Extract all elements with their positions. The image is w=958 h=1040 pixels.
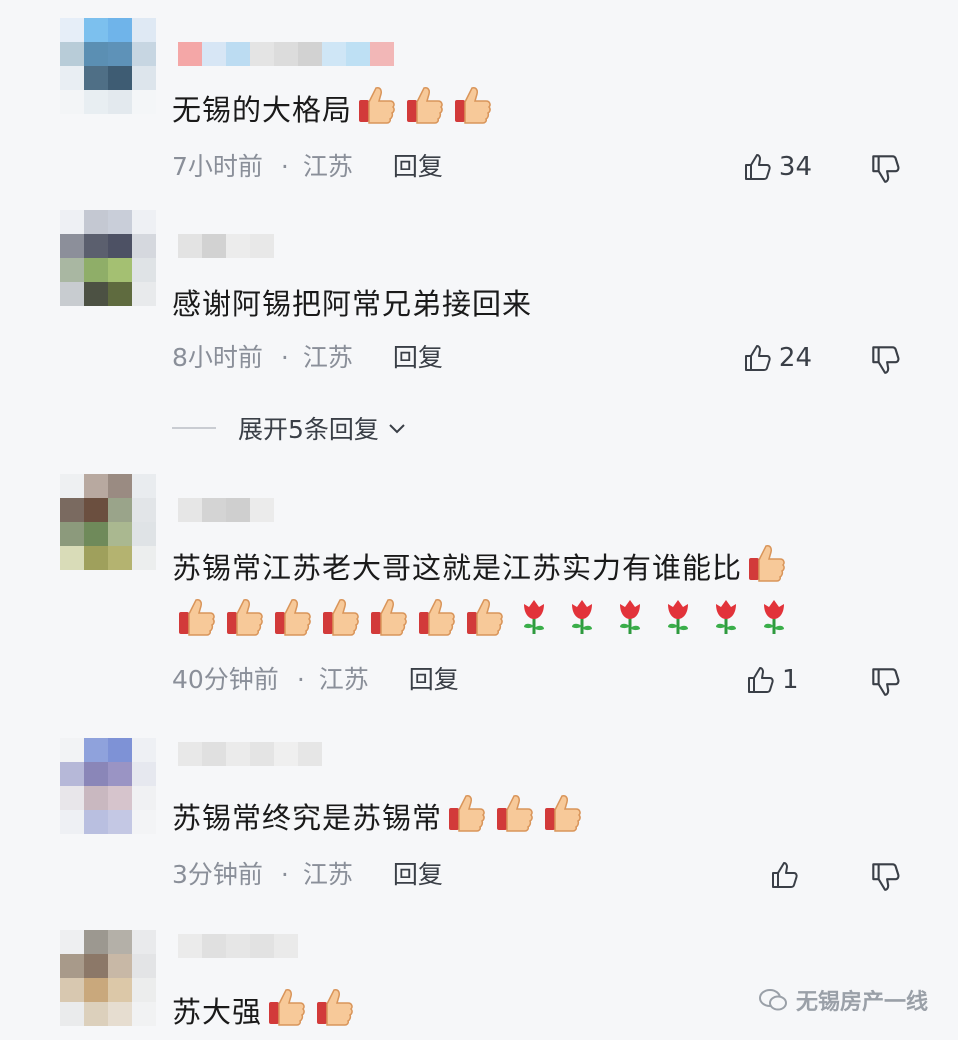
username-blurred[interactable] [178,42,394,66]
comment-time: 7小时前 [172,152,263,181]
comment-time: 3分钟前 [172,860,263,889]
like-button[interactable]: 34 [741,147,812,187]
reply-button[interactable]: 回复 [409,660,459,700]
divider-line [172,427,216,429]
avatar[interactable] [60,210,156,306]
rose-emoji [668,600,688,634]
comment-time: 40分钟前 [172,665,279,694]
comment-meta: 7小时前 · 江苏 回复 [172,147,443,187]
username-blurred[interactable] [178,742,322,766]
chevron-down-icon [389,424,405,434]
thumbs-up-icon [744,345,771,371]
rose-emoji [572,600,592,634]
like-count: 24 [778,343,812,373]
thumbs-down-icon[interactable] [868,860,902,894]
watermark: 无锡房产一线 [758,984,928,1016]
thumbs-up-emoji [545,795,581,832]
comment-location: 江苏 [302,152,353,181]
comment-text: 苏锡常江苏老大哥这就是江苏实力有谁能比 [172,540,918,594]
avatar[interactable] [60,474,156,570]
thumbs-up-emoji [749,545,785,582]
username-blurred[interactable] [178,234,274,258]
thumbs-up-emoji [317,989,353,1026]
comment-meta: 40分钟前 · 江苏 回复 [172,660,459,700]
thumbs-up-emoji [419,599,455,636]
thumbs-up-emoji [467,599,503,636]
avatar[interactable] [60,930,156,1026]
thumbs-up-emoji [371,599,407,636]
comment-time: 8小时前 [172,343,263,372]
comment-location: 江苏 [318,665,369,694]
expand-replies-button[interactable]: 展开5条回复 [172,408,409,448]
reply-button[interactable]: 回复 [393,338,443,378]
comment-location: 江苏 [302,343,353,372]
like-count: 1 [782,665,799,695]
comment-body: 感谢阿锡把阿常兄弟接回来 [172,287,533,321]
comment-text: 感谢阿锡把阿常兄弟接回来 [172,278,918,330]
thumbs-up-icon [744,154,771,180]
like-button[interactable]: 1 [744,660,812,700]
comment-body: 无锡的大格局 [172,93,353,127]
rose-emoji [620,600,640,634]
separator-dot: · [296,665,305,694]
rose-emoji [524,600,544,634]
thumbs-down-icon[interactable] [868,343,902,377]
watermark-text: 无锡房产一线 [795,990,928,1015]
rose-emoji [716,600,736,634]
comment-text: 无锡的大格局 [172,82,918,136]
comment-meta: 3分钟前 · 江苏 回复 [172,855,443,895]
thumbs-down-icon[interactable] [868,152,902,186]
rose-emoji [764,600,784,634]
separator-dot: · [280,860,289,889]
like-button[interactable] [768,855,806,895]
thumbs-up-emoji [455,87,491,124]
thumbs-up-emoji [449,795,485,832]
separator-dot: · [280,343,289,372]
reply-button[interactable]: 回复 [393,855,443,895]
avatar[interactable] [60,738,156,834]
thumbs-up-icon [772,862,798,888]
like-button[interactable]: 24 [741,338,812,378]
thumbs-up-emoji [497,795,533,832]
thumbs-up-emoji [275,599,311,636]
username-blurred[interactable] [178,498,274,522]
thumbs-down-icon[interactable] [868,665,902,699]
avatar[interactable] [60,18,156,114]
thumbs-up-emoji [359,87,395,124]
separator-dot: · [280,152,289,181]
wechat-icon [758,989,787,1011]
thumbs-up-emoji [269,989,305,1026]
comment-text: 苏锡常终究是苏锡常 [172,790,918,844]
comment-body: 苏锡常江苏老大哥这就是江苏实力有谁能比 [172,551,743,585]
username-blurred[interactable] [178,934,298,958]
reply-button[interactable]: 回复 [393,147,443,187]
comment-body: 苏大强 [172,995,263,1029]
comment-body: 苏锡常终究是苏锡常 [172,801,443,835]
comment-location: 江苏 [302,860,353,889]
expand-label: 展开5条回复 [238,415,379,444]
comment-meta: 8小时前 · 江苏 回复 [172,338,443,378]
comment-emoji-line [172,594,918,648]
thumbs-up-icon [748,667,774,693]
thumbs-up-emoji [407,87,443,124]
like-count: 34 [778,152,812,182]
thumbs-up-emoji [323,599,359,636]
thumbs-up-emoji [179,599,215,636]
thumbs-up-emoji [227,599,263,636]
